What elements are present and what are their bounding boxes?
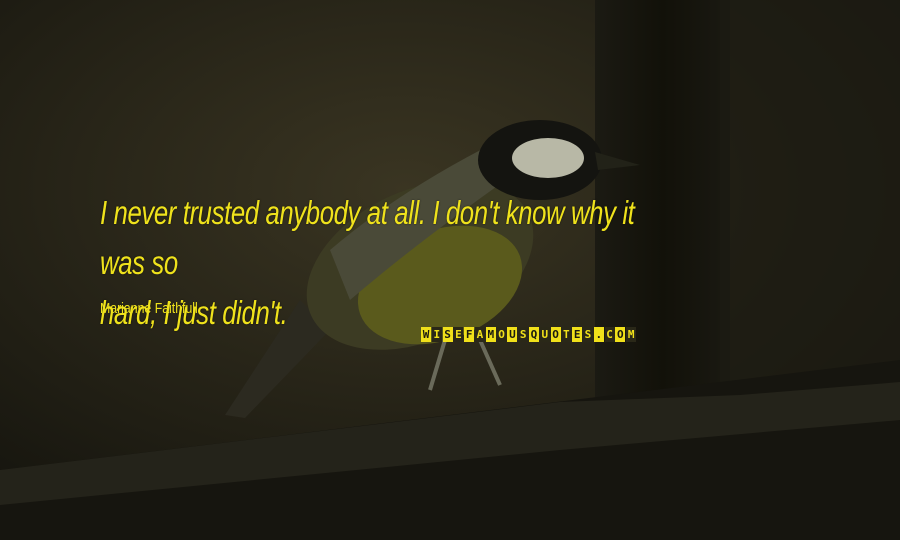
brand-letter: U: [539, 327, 550, 342]
brand-letter: S: [518, 327, 529, 342]
brand-letter: O: [496, 327, 507, 342]
brand-letter: E: [572, 327, 583, 342]
brand-letter: C: [604, 327, 615, 342]
brand-letter: E: [453, 327, 464, 342]
quote-card: I never trusted anybody at all. I don't …: [0, 0, 900, 540]
brand-letter: S: [442, 327, 453, 342]
brand-letter: S: [582, 327, 593, 342]
brand-watermark: WISEFAMOUSQUOTES.COM: [421, 327, 637, 342]
brand-letter: M: [626, 327, 637, 342]
brand-letter: F: [464, 327, 475, 342]
brand-letter: W: [421, 327, 431, 342]
brand-letter: M: [485, 327, 496, 342]
brand-letter: O: [550, 327, 561, 342]
brand-letter: U: [507, 327, 518, 342]
brand-letter: .: [593, 327, 604, 342]
quote-line-1: I never trusted anybody at all. I don't …: [100, 194, 635, 281]
brand-letter: O: [615, 327, 626, 342]
brand-letter: A: [474, 327, 485, 342]
quote-author: Marianne Faithfull: [100, 300, 198, 317]
brand-letter: T: [561, 327, 572, 342]
brand-letter: I: [431, 327, 442, 342]
brand-letter: Q: [528, 327, 539, 342]
